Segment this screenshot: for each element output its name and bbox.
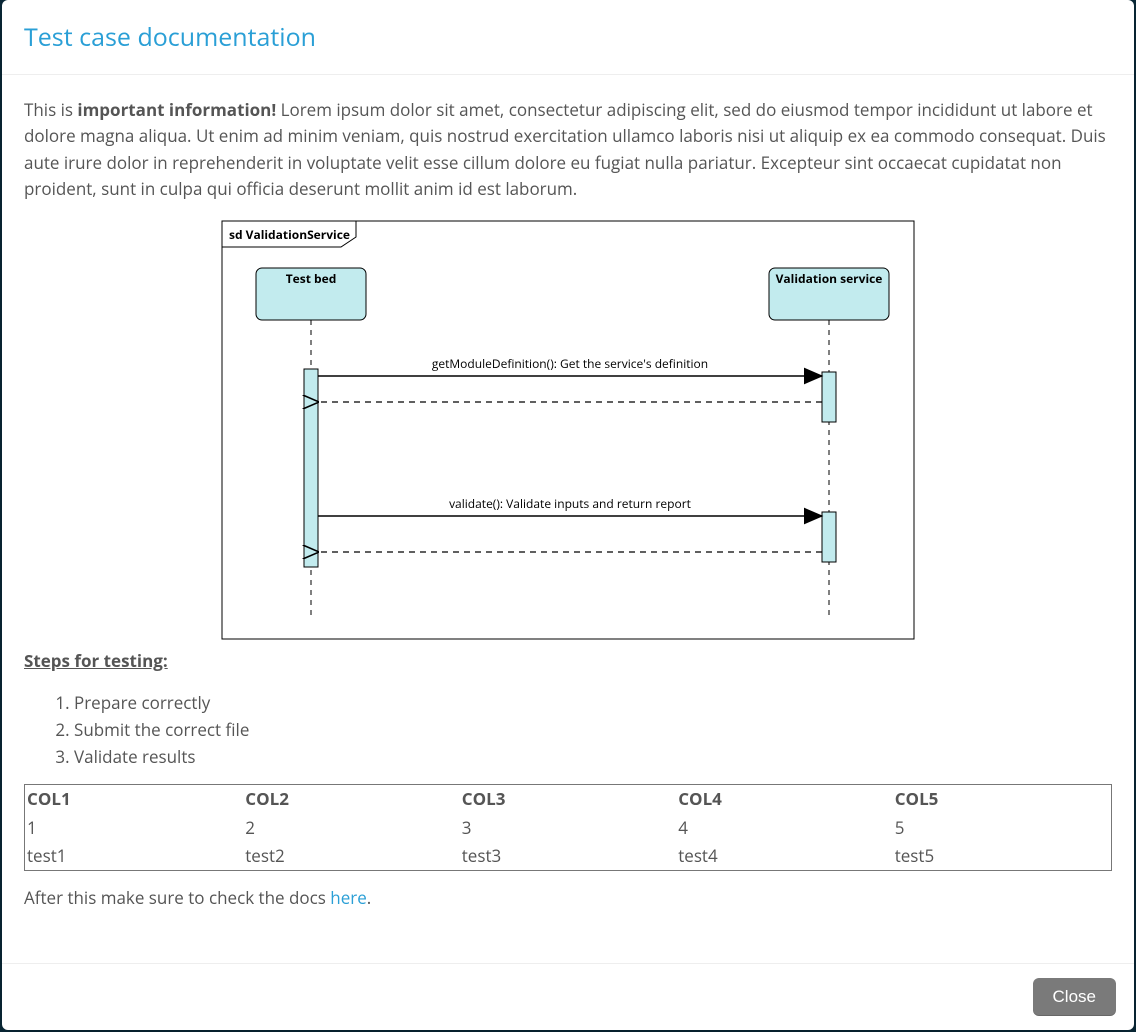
table-row: 1 2 3 4 5 xyxy=(25,814,1112,842)
modal-footer: Close xyxy=(2,963,1134,1030)
close-button[interactable]: Close xyxy=(1033,978,1116,1016)
table-header: COL2 xyxy=(243,785,459,814)
sequence-diagram-svg: sd ValidationService Test bed Validation… xyxy=(221,220,915,640)
table-row: test1 test2 test3 test4 test5 xyxy=(25,842,1112,871)
step-item: Submit the correct file xyxy=(74,716,1112,743)
modal-header: Test case documentation xyxy=(2,0,1134,75)
table-header: COL3 xyxy=(460,785,676,814)
documentation-modal: Test case documentation This is importan… xyxy=(2,0,1134,1030)
steps-heading: Steps for testing: xyxy=(24,648,1112,674)
after-suffix: . xyxy=(367,886,371,909)
participant-right: Validation service xyxy=(776,270,883,287)
table-header: COL1 xyxy=(25,785,244,814)
steps-list: Prepare correctly Submit the correct fil… xyxy=(74,689,1112,771)
intro-prefix: This is xyxy=(24,98,77,121)
intro-paragraph: This is important information! Lorem ips… xyxy=(24,97,1112,202)
doc-table: COL1 COL2 COL3 COL4 COL5 1 2 3 4 5 test1 xyxy=(24,784,1112,871)
diagram-msg2: validate(): Validate inputs and return r… xyxy=(449,495,691,512)
after-prefix: After this make sure to check the docs xyxy=(24,886,330,909)
modal-body: This is important information! Lorem ips… xyxy=(2,75,1134,963)
step-item: Validate results xyxy=(74,743,1112,770)
step-item: Prepare correctly xyxy=(74,689,1112,716)
table-header: COL4 xyxy=(676,785,892,814)
intro-strong: important information! xyxy=(77,98,276,121)
sequence-diagram: sd ValidationService Test bed Validation… xyxy=(24,220,1112,640)
docs-link[interactable]: here xyxy=(330,886,366,909)
table-header: COL5 xyxy=(893,785,1112,814)
diagram-frame-label: sd ValidationService xyxy=(229,226,350,243)
diagram-msg1: getModuleDefinition(): Get the service's… xyxy=(432,355,708,372)
modal-title: Test case documentation xyxy=(24,20,1112,54)
after-note: After this make sure to check the docs h… xyxy=(24,885,1112,911)
participant-left: Test bed xyxy=(286,270,337,287)
